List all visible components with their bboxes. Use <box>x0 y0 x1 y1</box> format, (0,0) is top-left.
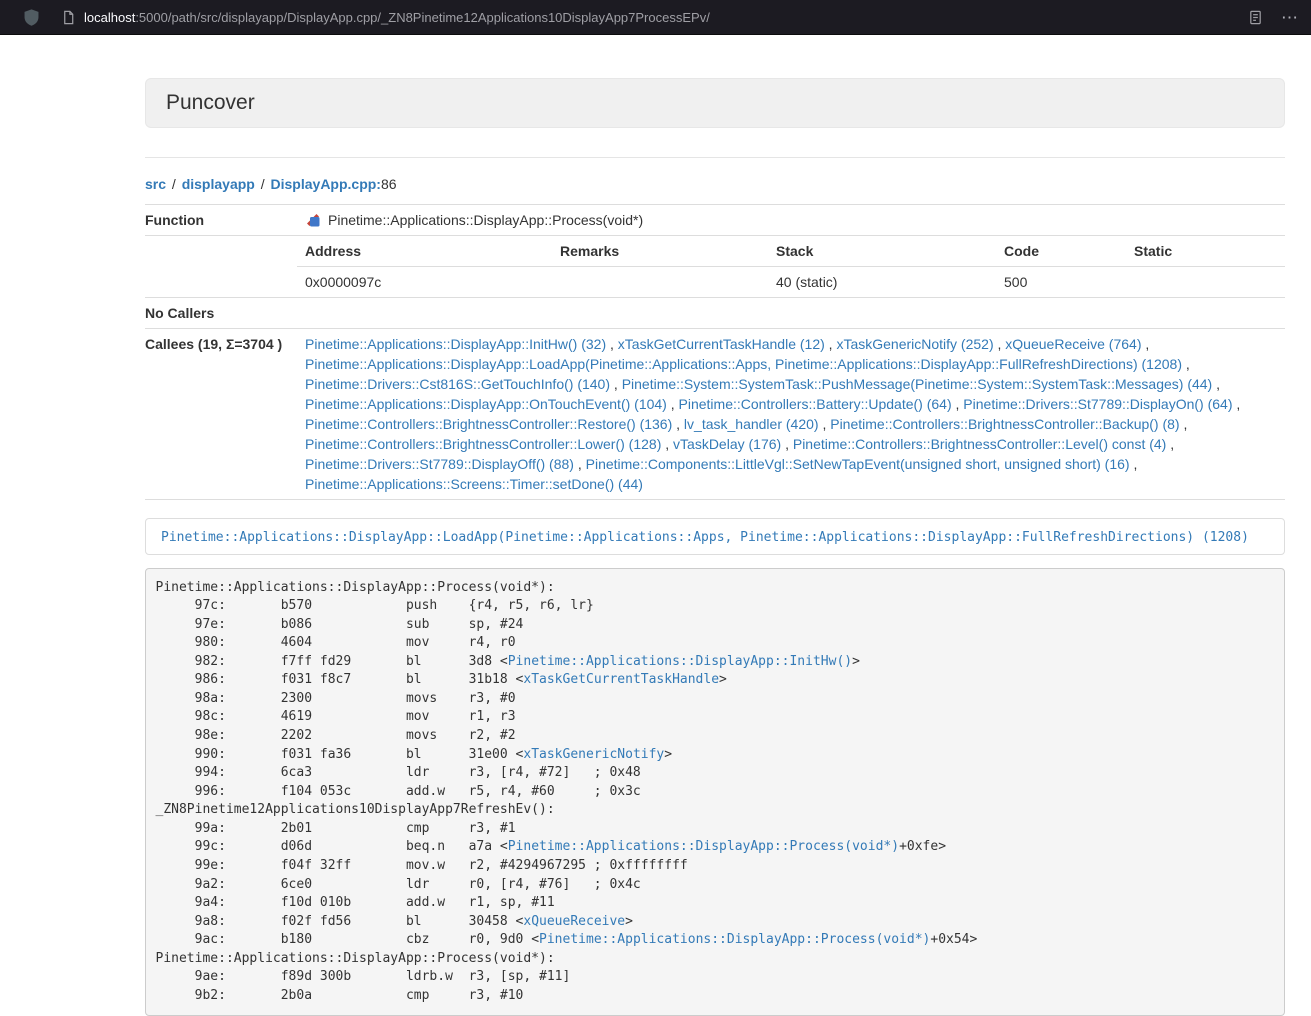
function-row: Function Pinetime::Applications::Display… <box>145 205 1285 236</box>
function-name: Pinetime::Applications::DisplayApp::Proc… <box>328 212 643 228</box>
callee-separator: , <box>667 396 679 412</box>
function-row-label: Function <box>145 205 297 236</box>
breadcrumb: src / displayapp / DisplayApp.cpp:86 <box>145 176 1285 192</box>
callee-separator: , <box>1212 376 1220 392</box>
callees-row: Callees (19, Σ=3704 ) Pinetime::Applicat… <box>145 329 1285 500</box>
callee-link[interactable]: Pinetime::Applications::DisplayApp::Load… <box>305 356 1182 372</box>
shield-icon[interactable] <box>22 8 41 27</box>
reader-mode-icon[interactable] <box>1248 10 1263 25</box>
callee-separator: , <box>1182 356 1190 372</box>
breadcrumb-link-file[interactable]: DisplayApp.cpp: <box>271 176 381 192</box>
callee-separator: , <box>606 336 618 352</box>
callee-separator: , <box>574 456 586 472</box>
details-cell: Address Remarks Stack Code Static 0x0000… <box>297 236 1285 298</box>
callee-separator: , <box>1166 436 1174 452</box>
disassembly-symbol-link[interactable]: xQueueReceive <box>523 914 625 929</box>
callee-link[interactable]: Pinetime::Controllers::Battery::Update()… <box>679 396 952 412</box>
callee-link[interactable]: Pinetime::Controllers::BrightnessControl… <box>305 416 672 432</box>
no-callers-label: No Callers <box>145 298 297 329</box>
disassembly-symbol-link[interactable]: xTaskGenericNotify <box>523 747 664 762</box>
stack-value: 40 (static) <box>768 267 996 298</box>
url-host: localhost <box>84 10 135 25</box>
callee-link[interactable]: xQueueReceive (764) <box>1005 336 1141 352</box>
callee-link[interactable]: xTaskGenericNotify (252) <box>836 336 993 352</box>
disassembly-symbol-link[interactable]: Pinetime::Applications::DisplayApp::Proc… <box>508 839 899 854</box>
callees-list: Pinetime::Applications::DisplayApp::Init… <box>297 329 1285 500</box>
callee-link[interactable]: xTaskGetCurrentTaskHandle (12) <box>618 336 825 352</box>
page-container: Puncover src / displayapp / DisplayApp.c… <box>145 78 1285 1016</box>
highlighted-symbol-code: Pinetime::Applications::DisplayApp::Load… <box>161 530 1249 545</box>
code-size-value: 500 <box>996 267 1126 298</box>
details-row-label <box>145 236 297 298</box>
details-value-row: 0x0000097c 40 (static) 500 <box>297 267 1285 298</box>
highlighted-symbol-link[interactable]: Pinetime::Applications::DisplayApp::Load… <box>161 530 1249 545</box>
address-value: 0x0000097c <box>297 267 552 298</box>
breadcrumb-separator: / <box>170 176 178 192</box>
callee-link[interactable]: Pinetime::Drivers::St7789::DisplayOn() (… <box>963 396 1232 412</box>
breadcrumb-separator: / <box>259 176 267 192</box>
disassembly-code: Pinetime::Applications::DisplayApp::Proc… <box>145 568 1285 1016</box>
header-divider <box>145 157 1285 158</box>
callees-label: Callees (19, Σ=3704 ) <box>145 329 297 500</box>
disassembly-symbol-link[interactable]: Pinetime::Applications::DisplayApp::Proc… <box>539 932 930 947</box>
callee-separator: , <box>825 336 837 352</box>
column-header-stack: Stack <box>768 236 996 267</box>
breadcrumb-link-displayapp[interactable]: displayapp <box>182 176 255 192</box>
details-header-row: Address Remarks Stack Code Static <box>297 236 1285 267</box>
disassembly-symbol-link[interactable]: xTaskGetCurrentTaskHandle <box>523 672 719 687</box>
callee-separator: , <box>1180 416 1188 432</box>
breadcrumb-line-number: 86 <box>381 176 397 192</box>
function-icon <box>305 212 321 228</box>
callee-separator: , <box>952 396 964 412</box>
remarks-value <box>552 267 768 298</box>
static-size-value <box>1126 267 1285 298</box>
callers-cell <box>297 298 1285 329</box>
details-row: Address Remarks Stack Code Static 0x0000… <box>145 236 1285 298</box>
function-name-cell: Pinetime::Applications::DisplayApp::Proc… <box>297 205 1285 236</box>
callee-link[interactable]: Pinetime::Drivers::St7789::DisplayOff() … <box>305 456 574 472</box>
column-header-remarks: Remarks <box>552 236 768 267</box>
callee-separator: , <box>819 416 831 432</box>
callee-separator: , <box>1233 396 1241 412</box>
url-path: :5000/path/src/displayapp/DisplayApp.cpp… <box>135 10 710 25</box>
callee-link[interactable]: Pinetime::Applications::DisplayApp::Init… <box>305 336 606 352</box>
callee-separator: , <box>781 436 793 452</box>
column-header-static: Static <box>1126 236 1285 267</box>
callee-link[interactable]: Pinetime::Applications::Screens::Timer::… <box>305 476 643 492</box>
callee-link[interactable]: Pinetime::Components::LittleVgl::SetNewT… <box>586 456 1130 472</box>
highlighted-symbol-panel: Pinetime::Applications::DisplayApp::Load… <box>145 518 1285 555</box>
no-callers-row: No Callers <box>145 298 1285 329</box>
column-header-address: Address <box>297 236 552 267</box>
callee-separator: , <box>1130 456 1138 472</box>
callee-link[interactable]: Pinetime::Drivers::Cst816S::GetTouchInfo… <box>305 376 610 392</box>
breadcrumb-link-src[interactable]: src <box>145 176 166 192</box>
page-icon[interactable] <box>61 10 76 25</box>
callee-separator: , <box>1141 336 1149 352</box>
disassembly-symbol-link[interactable]: Pinetime::Applications::DisplayApp::Init… <box>508 654 852 669</box>
callee-link[interactable]: Pinetime::Applications::DisplayApp::OnTo… <box>305 396 667 412</box>
callee-link[interactable]: vTaskDelay (176) <box>673 436 781 452</box>
callee-separator: , <box>994 336 1006 352</box>
menu-icon[interactable]: ⋯ <box>1281 9 1299 26</box>
callee-link[interactable]: lv_task_handler (420) <box>684 416 819 432</box>
details-table: Address Remarks Stack Code Static 0x0000… <box>297 236 1285 297</box>
symbol-table: Function Pinetime::Applications::Display… <box>145 204 1285 500</box>
url-text: localhost:5000/path/src/displayapp/Displ… <box>84 10 710 25</box>
callee-link[interactable]: Pinetime::System::SystemTask::PushMessag… <box>622 376 1213 392</box>
app-header: Puncover <box>145 78 1285 128</box>
url-bar[interactable]: localhost:5000/path/src/displayapp/Displ… <box>55 10 1236 25</box>
page-title: Puncover <box>166 91 255 114</box>
browser-chrome: localhost:5000/path/src/displayapp/Displ… <box>0 0 1311 35</box>
callee-separator: , <box>672 416 684 432</box>
callee-link[interactable]: Pinetime::Controllers::BrightnessControl… <box>830 416 1179 432</box>
column-header-code: Code <box>996 236 1126 267</box>
callee-separator: , <box>610 376 622 392</box>
callee-separator: , <box>661 436 673 452</box>
callee-link[interactable]: Pinetime::Controllers::BrightnessControl… <box>793 436 1166 452</box>
callee-link[interactable]: Pinetime::Controllers::BrightnessControl… <box>305 436 661 452</box>
